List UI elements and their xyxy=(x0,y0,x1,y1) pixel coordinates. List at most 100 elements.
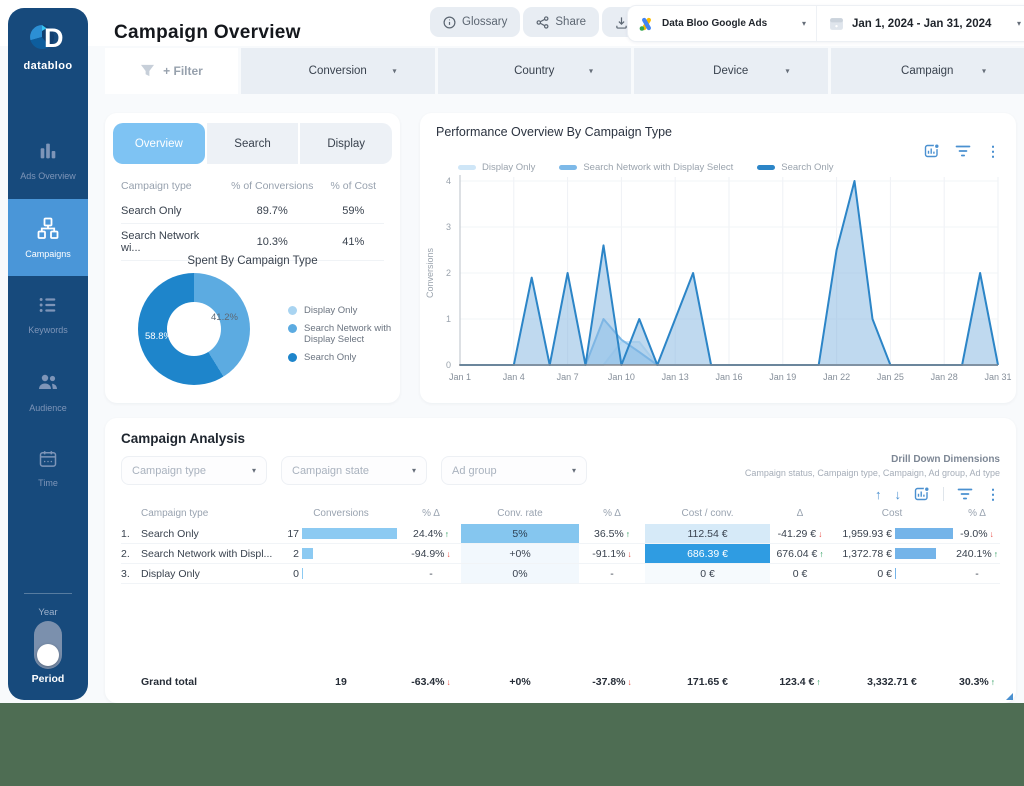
drill-down-block: Drill Down Dimensions Campaign status, C… xyxy=(745,454,1000,478)
chevron-down-icon: ▾ xyxy=(392,66,397,76)
sidebar-item-audience[interactable]: Audience xyxy=(8,353,88,430)
svg-text:Conversions: Conversions xyxy=(425,247,435,298)
filter-dropdown-conversion[interactable]: Conversion ▾ xyxy=(241,48,435,94)
data-bar xyxy=(302,568,304,579)
chart-add-icon[interactable] xyxy=(914,486,930,502)
calendar-icon xyxy=(38,449,58,471)
sidebar-item-label: Audience xyxy=(29,403,67,413)
pct-delta-cell: -37.8% ↓ xyxy=(592,676,632,688)
sidebar-item-campaigns[interactable]: Campaigns xyxy=(8,199,88,276)
highlight-cell: 5% xyxy=(461,524,579,543)
pct-delta-cell: 30.3% ↑ xyxy=(958,676,996,688)
more-vert-icon[interactable]: ⋮ xyxy=(986,487,1000,501)
data-bar xyxy=(302,528,397,539)
date-range-selector[interactable]: Jan 1, 2024 - Jan 31, 2024 ▾ xyxy=(816,6,1024,41)
account-selector[interactable]: Data Bloo Google Ads ▾ xyxy=(628,6,816,41)
dropdown-ad-group[interactable]: Ad group ▾ xyxy=(441,456,587,485)
google-ads-icon xyxy=(638,16,655,32)
legend-dot xyxy=(288,353,297,362)
data-bar xyxy=(895,548,936,559)
sort-down-icon[interactable]: ↓ xyxy=(895,487,902,502)
sidebar-divider xyxy=(24,593,72,594)
table-row[interactable]: 1. Search Only 17 24.4% ↑ 5% 36.5% ↑ 112.54 € -41… xyxy=(121,524,1000,544)
conversions-cell: 0 xyxy=(281,564,401,583)
conversions-cell: 2 xyxy=(281,544,401,563)
svg-text:Jan 22: Jan 22 xyxy=(823,372,850,382)
analysis-title: Campaign Analysis xyxy=(121,431,246,446)
donut-label-dark: 58.8% xyxy=(145,331,172,342)
svg-text:2: 2 xyxy=(446,268,451,278)
table-row[interactable]: 2. Search Network with Displ... 2 -94.9% ↓ +0… xyxy=(121,544,1000,564)
pct-delta-cell: - xyxy=(610,567,614,580)
logo: D databloo xyxy=(8,20,88,72)
data-bar xyxy=(895,568,896,579)
top-bar: Campaign Overview Glossary Share Export xyxy=(0,0,1024,46)
pct-delta-cell: 123.4 € ↑ xyxy=(779,676,821,688)
pct-delta-cell: 24.4% ↑ xyxy=(412,527,450,540)
add-filter-button[interactable]: + Filter xyxy=(105,48,238,94)
analysis-card-actions: ↑ ↓ ⋮ xyxy=(875,486,1000,502)
filter-dropdown-device[interactable]: Device ▾ xyxy=(634,48,828,94)
performance-card: Performance Overview By Campaign Type ⋮ … xyxy=(420,113,1016,403)
legend-item: Search Only xyxy=(288,352,394,363)
svg-text:Jan 1: Jan 1 xyxy=(449,372,471,382)
sidebar-item-label: Keywords xyxy=(28,325,68,335)
chevron-down-icon: ▾ xyxy=(785,66,790,76)
svg-text:Jan 31: Jan 31 xyxy=(984,372,1011,382)
table-row[interactable]: Search Only 89.7% 59% xyxy=(121,199,384,224)
drill-down-subtitle: Campaign status, Campaign type, Campaign… xyxy=(744,468,1000,478)
tab-display[interactable]: Display xyxy=(300,123,392,164)
sidebar-item-time[interactable]: Time xyxy=(8,430,88,507)
databloo-logo-icon: D xyxy=(29,20,67,59)
filter-dropdown-country[interactable]: Country ▾ xyxy=(437,48,631,94)
svg-text:1: 1 xyxy=(446,314,451,324)
analysis-table-body: 1. Search Only 17 24.4% ↑ 5% 36.5% ↑ 112.54 € -41… xyxy=(121,524,1000,584)
highlight-cell: 0 € xyxy=(645,564,770,583)
pct-delta-cell: -41.29 € ↓ xyxy=(777,527,823,540)
filter-dropdown-campaign[interactable]: Campaign ▾ xyxy=(830,48,1024,94)
toggle-period-label: Period xyxy=(31,673,65,685)
pct-delta-cell: -91.1% ↓ xyxy=(592,547,632,560)
svg-text:3: 3 xyxy=(446,222,451,232)
pct-delta-cell: 676.04 € ↑ xyxy=(776,547,824,560)
glossary-button[interactable]: Glossary xyxy=(430,7,521,37)
sort-up-icon[interactable]: ↑ xyxy=(875,487,882,502)
dropdown-campaign-state[interactable]: Campaign state ▾ xyxy=(281,456,427,485)
highlight-cell: +0% xyxy=(461,544,579,563)
dropdown-campaign-type[interactable]: Campaign type ▾ xyxy=(121,456,267,485)
highlight-cell: 112.54 € xyxy=(645,524,770,543)
svg-text:Jan 25: Jan 25 xyxy=(877,372,904,382)
chevron-down-icon: ▾ xyxy=(411,466,416,475)
sidebar-item-keywords[interactable]: Keywords xyxy=(8,276,88,353)
sidebar: D databloo Ads Overview Campaigns Keywords… xyxy=(8,8,88,700)
donut-legend: Display Only Search Network with Display … xyxy=(288,305,394,363)
analysis-table-header: Campaign type Conversions% Δ Conv. rate% Δ… xyxy=(141,508,986,519)
pct-delta-cell: -63.4% ↓ xyxy=(411,676,451,688)
table-row[interactable]: 3. Display Only 0-0% -0 €0 €0 € - xyxy=(121,564,1000,584)
pct-delta-cell: 0 € xyxy=(792,567,808,580)
year-period-toggle[interactable] xyxy=(34,621,62,669)
legend-item: Display Only xyxy=(288,305,394,316)
sidebar-item-ads-overview[interactable]: Ads Overview xyxy=(8,122,88,199)
share-button[interactable]: Share xyxy=(523,7,600,37)
tab-overview[interactable]: Overview xyxy=(113,123,205,164)
cost-cell: 0 € xyxy=(877,567,896,580)
highlight-cell: 686.39 € xyxy=(645,544,770,563)
conversions-cell: 17 xyxy=(281,524,401,543)
sidebar-nav: Ads Overview Campaigns Keywords Audience Tim… xyxy=(8,122,88,507)
tab-search[interactable]: Search xyxy=(206,123,299,164)
list-icon xyxy=(37,294,59,318)
funnel-icon xyxy=(140,64,155,78)
toggle-knob xyxy=(37,644,59,666)
svg-text:Jan 10: Jan 10 xyxy=(608,372,635,382)
analysis-filter-chips: Campaign type ▾ Campaign state ▾ Ad group ▾ xyxy=(121,456,587,485)
cost-cell: 1,372.78 € xyxy=(830,544,954,563)
pct-delta-cell: - xyxy=(429,567,433,580)
sitemap-icon xyxy=(36,216,60,242)
dashboard-page: Campaign Overview Glossary Share Export xyxy=(0,0,1024,786)
filter-icon[interactable] xyxy=(957,487,973,501)
logo-text: databloo xyxy=(23,60,73,72)
resize-corner[interactable] xyxy=(1006,693,1013,700)
filter-bar: + Filter Conversion ▾ Country ▾ Device ▾ Campa… xyxy=(105,48,1024,94)
data-bar xyxy=(302,548,314,559)
